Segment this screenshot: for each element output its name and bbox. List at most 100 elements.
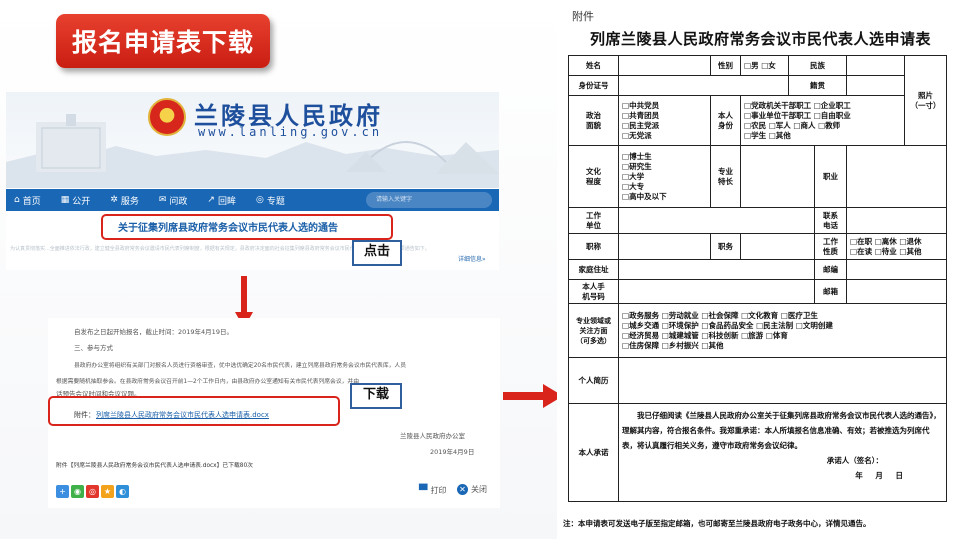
nav-item[interactable]: ⌂ 首页: [14, 194, 41, 207]
topic-icon: ◎: [255, 195, 264, 205]
chat-icon: ✉: [158, 195, 167, 205]
service-icon: ✲: [110, 195, 118, 205]
promise-cell: 我已仔细阅读《兰陵县人民政府办公室关于征集列席县政府常务会议市民代表人选的通告》…: [618, 403, 947, 502]
site-header: 兰陵县人民政府 www.lanling.gov.cn: [6, 92, 499, 188]
close-button[interactable]: ✕ 关闭: [457, 484, 487, 495]
nav-item[interactable]: ▦ 公开: [61, 194, 91, 207]
field-native[interactable]: [846, 75, 905, 96]
photo-box: 照片 （一寸）: [904, 55, 947, 146]
slide-title: 报名申请表下载: [56, 14, 270, 68]
download-callout: 下载: [350, 383, 402, 409]
date-label: 年 月 日: [855, 471, 903, 480]
label-job: 职业: [814, 145, 847, 208]
nature-options[interactable]: □在职 □离休 □退休 □在读 □待业 □其他: [846, 233, 947, 260]
nav-item-label: 服务: [120, 196, 139, 207]
gender-options[interactable]: □男 □女: [740, 55, 789, 76]
field-unit[interactable]: [618, 207, 815, 234]
field-address[interactable]: [618, 259, 815, 280]
education-options[interactable]: □博士生 □研究生 □大学 □大专 □高中及以下: [618, 145, 711, 208]
signature-label: 承诺人（签名）：: [826, 456, 883, 465]
wechat-icon[interactable]: ◉: [71, 485, 84, 498]
label-phone: 联系 电话: [814, 207, 847, 234]
label-specialty: 专业 特长: [710, 145, 741, 208]
close-label: 关闭: [471, 485, 487, 494]
label-mobile: 本人手 机号码: [568, 279, 619, 304]
label-ethnic: 民族: [788, 55, 847, 76]
nav-item-label: 回眸: [217, 196, 236, 207]
label-political: 政治 面貌: [568, 95, 619, 146]
nav-item[interactable]: ✲ 服务: [110, 194, 139, 207]
website-screenshot: 兰陵县人民政府 www.lanling.gov.cn ⌂ 首页 ▦ 公开 ✲ 服务 ✉ 问政 ↗…: [6, 92, 499, 270]
label-education: 文化 程度: [568, 145, 619, 208]
form-title: 列席兰陵县人民政府常务会议市民代表人选申请表: [590, 30, 932, 48]
chart-icon: ↗: [207, 195, 215, 205]
field-title[interactable]: [618, 233, 711, 260]
building-icon: ▦: [60, 195, 70, 205]
label-nature: 工作 性质: [814, 233, 847, 260]
share-icons: + ◉ ◎ ★ ◐: [56, 485, 129, 498]
detail-link[interactable]: 详细信息»: [458, 254, 486, 263]
label-promise: 本人承诺: [568, 403, 619, 502]
field-name[interactable]: [618, 55, 711, 76]
attachment-label: 附件：: [74, 411, 95, 419]
arrow-right-icon: [503, 384, 563, 408]
nav-item-label: 专题: [266, 196, 285, 207]
label-postcode: 邮编: [814, 259, 847, 280]
close-icon: ✕: [457, 484, 468, 495]
share-plus-icon[interactable]: +: [56, 485, 69, 498]
field-options[interactable]: □政务服务 □劳动就业 □社会保障 □文化教育 □医疗卫生 □城乡交通 □环境保…: [618, 303, 947, 358]
label-email: 邮箱: [814, 279, 847, 304]
label-address: 家庭住址: [568, 259, 619, 280]
home-icon: ⌂: [14, 195, 20, 205]
label-unit: 工作 单位: [568, 207, 619, 234]
site-url: www.lanling.gov.cn: [198, 125, 383, 139]
print-label: 打印: [430, 486, 447, 495]
nav-item[interactable]: ◎ 专题: [256, 194, 285, 207]
printer-icon: ▀: [419, 484, 428, 497]
tencent-icon[interactable]: ◐: [116, 485, 129, 498]
doc-line: 自发布之日起开始报名，截止时间：2019年4月19日。: [74, 328, 233, 336]
field-resume[interactable]: [618, 357, 947, 404]
print-button[interactable]: ▀ 打印: [419, 484, 446, 497]
field-id[interactable]: [618, 75, 789, 96]
field-ethnic[interactable]: [846, 55, 905, 76]
nav-item-label: 公开: [72, 196, 91, 207]
promise-text: 我已仔细阅读《兰陵县人民政府办公室关于征集列席县政府常务会议市民代表人选的通告》…: [622, 411, 941, 450]
national-emblem-icon: [148, 98, 186, 136]
label-id: 身份证号: [568, 75, 619, 96]
political-options[interactable]: □中共党员 □共青团员 □民主党派 □无党派: [618, 95, 711, 146]
nav-item-label: 问政: [169, 196, 188, 207]
label-duty: 职务: [710, 233, 741, 260]
field-specialty[interactable]: [740, 145, 815, 208]
form-attach-heading: 附件: [572, 10, 594, 23]
doc-line: 根据需要随机抽取参会。在县政府常务会议召开前1—2个工作日内，由县政府办公室通知…: [56, 379, 360, 385]
doc-line: 县政府办公室将组织有关部门对报名人员进行资格审查，优中选优确定20名市民代表，建…: [74, 363, 407, 369]
nav-item[interactable]: ✉ 问政: [159, 194, 188, 207]
label-resume: 个人简历: [568, 357, 619, 404]
field-job[interactable]: [846, 145, 947, 208]
attachment-link[interactable]: 列席兰陵县人民政府常务会议市民代表人选申请表.docx: [96, 410, 269, 420]
download-count-note: 附件【列席兰陵县人民政府常务会议市民代表人选申请表.docx】已下载80次: [56, 463, 253, 469]
nav-item[interactable]: ↗ 回眸: [207, 194, 236, 207]
site-search-input[interactable]: 请输入关键字: [366, 192, 492, 208]
label-title: 职称: [568, 233, 619, 260]
field-email[interactable]: [846, 279, 947, 304]
field-mobile[interactable]: [618, 279, 815, 304]
label-identity: 本人 身份: [710, 95, 741, 146]
issue-date: 2019年4月9日: [430, 448, 475, 456]
label-gender: 性别: [710, 55, 741, 76]
application-form-table: 姓名 性别 □男 □女 民族 照片 （一寸） 身份证号 籍贯 政治 面貌 □中共…: [568, 55, 947, 502]
notice-title-link[interactable]: 关于征集列席县政府常务会议市民代表人选的通告: [118, 219, 338, 234]
issuer: 兰陵县人民政府办公室: [400, 432, 465, 440]
field-postcode[interactable]: [846, 259, 947, 280]
field-duty[interactable]: [740, 233, 815, 260]
label-name: 姓名: [568, 55, 619, 76]
label-native: 籍贯: [788, 75, 847, 96]
form-footnote: 注：本申请表可发送电子版至指定邮箱，也可邮寄至兰陵县政府电子政务中心，详情见通告…: [563, 519, 871, 528]
qzone-icon[interactable]: ★: [101, 485, 114, 498]
weibo-icon[interactable]: ◎: [86, 485, 99, 498]
click-callout: 点击: [352, 240, 402, 266]
identity-options[interactable]: □党政机关干部职工 □企业职工 □事业单位干部职工 □自由职业 □农民 □军人 …: [740, 95, 905, 146]
field-phone[interactable]: [846, 207, 947, 234]
nav-item-label: 首页: [22, 196, 41, 207]
